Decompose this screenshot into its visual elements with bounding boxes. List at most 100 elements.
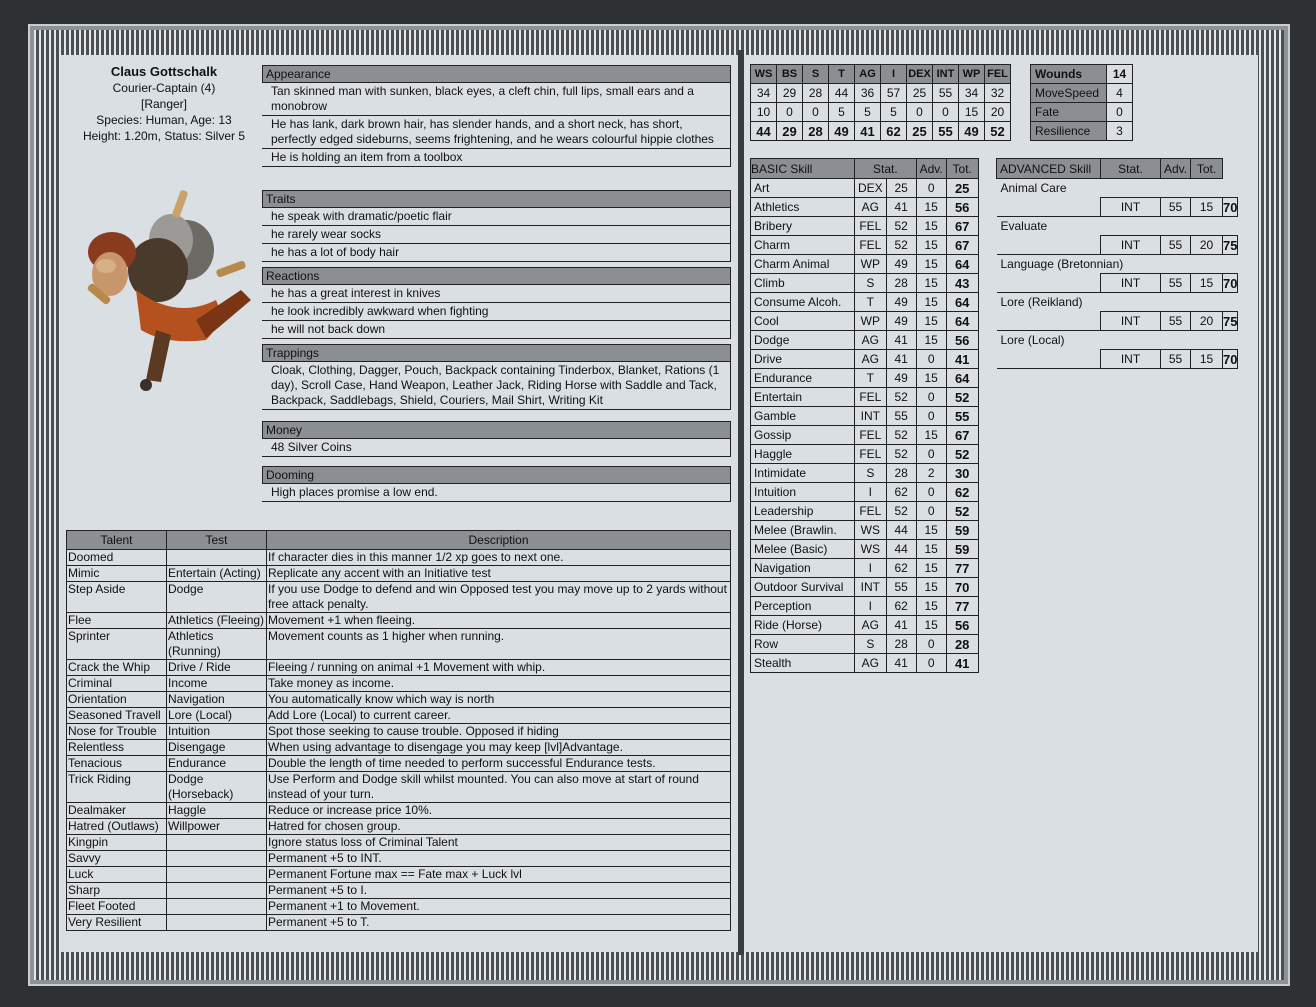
skill-advance: 15: [915, 539, 947, 559]
talent-name: Seasoned Travell: [66, 707, 167, 724]
talent-test: [166, 882, 267, 899]
talent-description: Take money as income.: [266, 675, 731, 692]
basic-skill-row: Athletics AG 41 15 56: [750, 197, 979, 217]
talent-name: Luck: [66, 866, 167, 883]
talent-row: Luck Permanent Fortune max == Fate max + …: [66, 866, 731, 883]
talent-description: Permanent +5 to T.: [266, 914, 731, 931]
total-header: Tot.: [945, 158, 979, 179]
skill-stat: AG: [854, 197, 887, 217]
skill-stat: INT: [854, 406, 887, 426]
skill-stat: FEL: [854, 235, 887, 255]
skill-advance: 0: [915, 406, 947, 426]
characteristic-header: AG: [854, 64, 881, 84]
characteristics-table: WS BS S T AG I DEX INT WP FEL 34 29 28 44 36 57 25 55 34 3…: [750, 64, 1011, 141]
skill-stat-value: 41: [885, 349, 917, 369]
vital-row: Resilience 3: [1030, 121, 1133, 141]
characteristic-base: 25: [906, 83, 933, 103]
skill-stat: T: [854, 292, 887, 312]
skill-stat-value: 55: [1160, 311, 1191, 331]
skill-name: Lore (Local): [1000, 333, 1065, 347]
talent-description: If you use Dodge to defend and win Oppos…: [266, 581, 731, 613]
skill-stat: INT: [1100, 349, 1161, 369]
talent-row: Fleet Footed Permanent +1 to Movement.: [66, 898, 731, 915]
skill-advance: 15: [1190, 273, 1223, 293]
basic-skill-row: Art DEX 25 0 25: [750, 178, 979, 198]
character-portrait: [87, 190, 251, 391]
talent-test: Dodge (Horseback): [166, 771, 267, 803]
skill-total: 67: [945, 425, 979, 445]
skill-name: Gamble: [750, 406, 855, 426]
skill-total: 28: [945, 634, 979, 654]
skill-name: Athletics: [750, 197, 855, 217]
talent-header: Talent: [66, 530, 167, 550]
test-header: Test: [166, 530, 267, 550]
talent-row: Orientation Navigation You automatically k…: [66, 691, 731, 708]
talents-body: Doomed If character dies in this manner 1…: [66, 549, 731, 931]
skill-advance: 0: [915, 387, 947, 407]
skill-stat-value: 44: [885, 539, 917, 559]
adv-header: Adv.: [915, 158, 947, 179]
money-row: 48 Silver Coins: [262, 439, 731, 457]
skill-spacer: [996, 197, 1101, 217]
skill-total: 59: [945, 539, 979, 559]
skill-name: Leadership: [750, 501, 855, 521]
character-height-status: Height: 1.20m, Status: Silver 5: [82, 129, 246, 143]
talent-test: Income: [166, 675, 267, 692]
skill-stat-value: 62: [885, 482, 917, 502]
talent-description: Permanent +5 to I.: [266, 882, 731, 899]
skill-stat-value: 28: [885, 634, 917, 654]
characteristic-base: 55: [932, 83, 959, 103]
talent-row: Flee Athletics (Fleeing) Movement +1 when …: [66, 612, 731, 629]
vital-value: 3: [1106, 121, 1133, 141]
talent-name: Step Aside: [66, 581, 167, 613]
advanced-skill-header: ADVANCED Skill: [996, 158, 1101, 179]
skill-name: Bribery: [750, 216, 855, 236]
talent-description: Movement counts as 1 higher when running…: [266, 628, 731, 660]
talent-test: Entertain (Acting): [166, 565, 267, 582]
talent-row: Step Aside Dodge If you use Dodge to defen…: [66, 581, 731, 613]
skill-name: Consume Alcoh.: [750, 292, 855, 312]
skill-stat-value: 55: [1160, 349, 1191, 369]
skill-name: Navigation: [750, 558, 855, 578]
talent-test: [166, 898, 267, 915]
talent-test: [166, 834, 267, 851]
skill-stat: FEL: [854, 425, 887, 445]
talent-test: [166, 914, 267, 931]
basic-skill-row: Leadership FEL 52 0 52: [750, 501, 979, 521]
advanced-skill-value-row: INT 55 15 70: [996, 197, 1239, 217]
basic-skill-row: Melee (Basic) WS 44 15 59: [750, 539, 979, 559]
skill-total: 52: [945, 501, 979, 521]
talents-table: Talent Test Description Doomed If charact…: [66, 530, 731, 931]
appearance-row: He is holding an item from a toolbox: [262, 149, 731, 167]
talent-test: Lore (Local): [166, 707, 267, 724]
reaction-row: he has a great interest in knives: [262, 285, 731, 303]
skill-advance: 15: [915, 216, 947, 236]
advanced-skill-name-row: Evaluate: [997, 217, 1238, 236]
skill-stat: AG: [854, 615, 887, 635]
talent-test: Intuition: [166, 723, 267, 740]
skill-name: Row: [750, 634, 855, 654]
skill-stat: DEX: [854, 178, 887, 198]
skill-stat-value: 41: [885, 653, 917, 673]
skill-total: 52: [945, 444, 979, 464]
skill-stat: AG: [854, 330, 887, 350]
vital-value: 14: [1106, 64, 1133, 84]
skill-name: Entertain: [750, 387, 855, 407]
talent-description: Use Perform and Dodge skill whilst mount…: [266, 771, 731, 803]
skill-total: 52: [945, 387, 979, 407]
skill-advance: 15: [915, 330, 947, 350]
traits-header: Traits: [262, 190, 731, 208]
skill-advance: 0: [915, 653, 947, 673]
talent-row: Very Resilient Permanent +5 to T.: [66, 914, 731, 931]
talent-description: Permanent Fortune max == Fate max + Luck…: [266, 866, 731, 883]
talent-name: Sharp: [66, 882, 167, 899]
basic-skill-row: Navigation I 62 15 77: [750, 558, 979, 578]
skill-total: 56: [945, 330, 979, 350]
talent-name: Doomed: [66, 549, 167, 566]
skill-advance: 15: [915, 273, 947, 293]
vital-label: Resilience: [1030, 121, 1107, 141]
skill-total: 59: [945, 520, 979, 540]
skill-advance: 15: [915, 254, 947, 274]
page-spine: [738, 50, 744, 955]
skill-advance: 15: [915, 520, 947, 540]
